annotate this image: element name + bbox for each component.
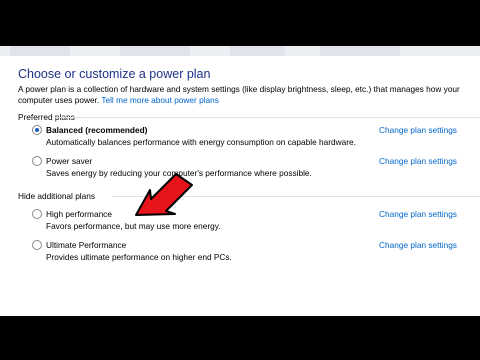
- power-options-panel: Choose or customize a power plan A power…: [0, 46, 480, 316]
- red-arrow-icon: [135, 173, 193, 216]
